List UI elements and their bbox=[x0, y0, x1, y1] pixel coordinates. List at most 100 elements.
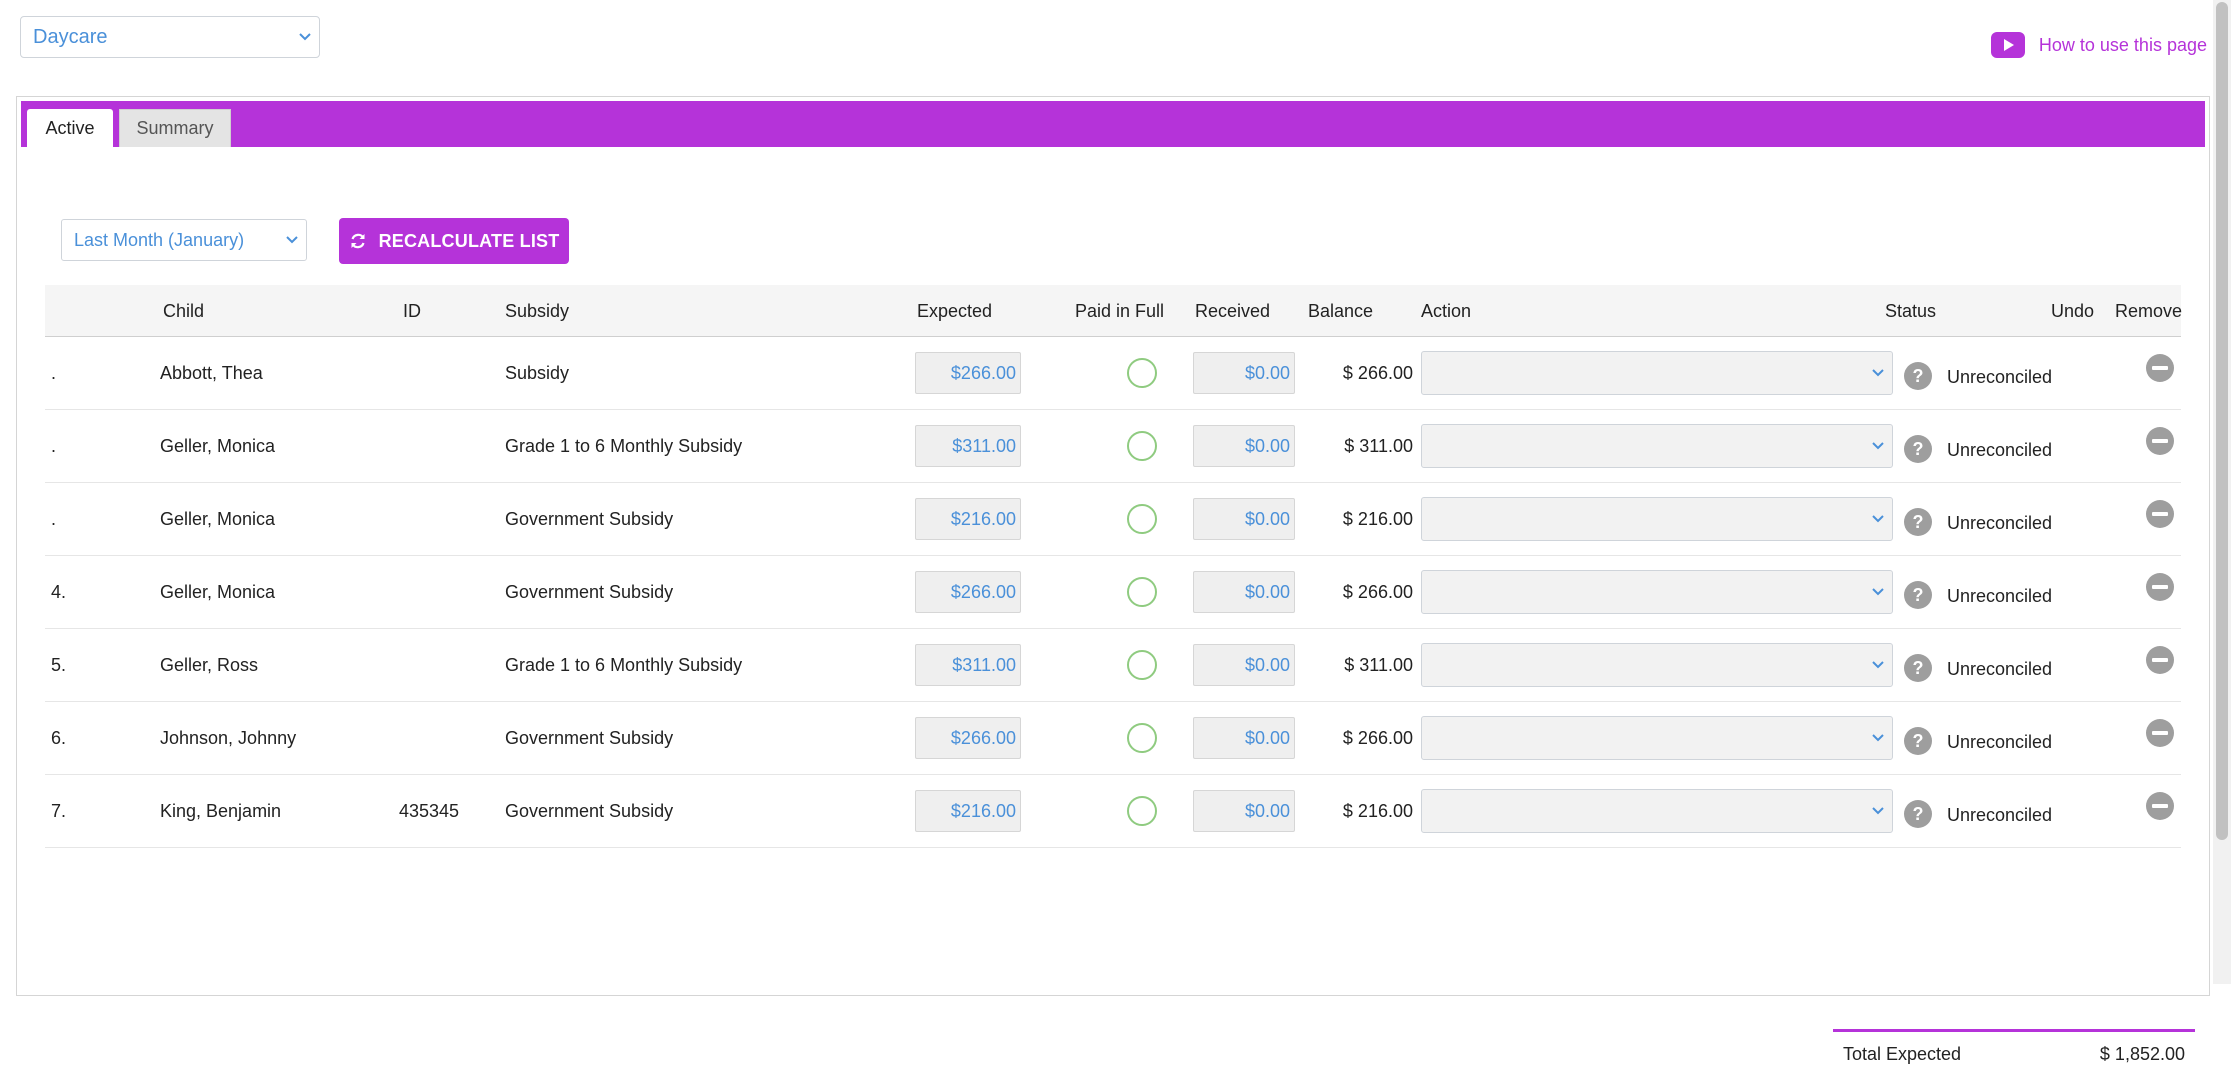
question-icon: ? bbox=[1904, 800, 1932, 828]
remove-icon[interactable] bbox=[2145, 499, 2175, 529]
scrollbar-thumb[interactable] bbox=[2216, 2, 2228, 840]
col-expected: Expected bbox=[917, 301, 993, 321]
paid-in-full-radio[interactable] bbox=[1127, 577, 1157, 607]
expected-input[interactable]: $311.00 bbox=[915, 425, 1021, 467]
remove-icon[interactable] bbox=[2145, 426, 2175, 456]
row-number: 5. bbox=[51, 655, 67, 675]
period-select[interactable]: Last Month (January) bbox=[61, 219, 307, 261]
received-value: $0.00 bbox=[1244, 727, 1290, 748]
expected-value: $311.00 bbox=[952, 435, 1016, 456]
child-name: Geller, Ross bbox=[160, 655, 259, 675]
child-name: King, Benjamin bbox=[160, 801, 282, 821]
status-text: Unreconciled bbox=[1947, 367, 2053, 387]
expected-value: $311.00 bbox=[952, 654, 1016, 675]
table-row: . Geller, Monica Grade 1 to 6 Monthly Su… bbox=[45, 410, 2181, 483]
expected-value: $266.00 bbox=[950, 581, 1016, 602]
program-select-value: Daycare bbox=[33, 25, 108, 48]
svg-text:?: ? bbox=[1913, 512, 1924, 532]
table-row: 5. Geller, Ross Grade 1 to 6 Monthly Sub… bbox=[45, 629, 2181, 702]
table-header: Child ID Subsidy Expected Paid in Full R… bbox=[45, 285, 2182, 337]
col-undo: Undo bbox=[2051, 301, 2095, 321]
expected-value: $266.00 bbox=[950, 362, 1016, 383]
how-to-use-link[interactable]: How to use this page bbox=[1990, 32, 2207, 58]
paid-in-full-radio[interactable] bbox=[1127, 796, 1157, 826]
recalculate-list-button[interactable]: RECALCULATE LIST bbox=[339, 218, 569, 264]
received-input[interactable]: $0.00 bbox=[1193, 717, 1295, 759]
balance-value: $ 266.00 bbox=[1342, 363, 1413, 383]
chevron-down-icon bbox=[1864, 717, 1892, 759]
svg-text:?: ? bbox=[1913, 439, 1924, 459]
remove-icon[interactable] bbox=[2145, 718, 2175, 748]
received-input[interactable]: $0.00 bbox=[1193, 644, 1295, 686]
received-value: $0.00 bbox=[1244, 800, 1290, 821]
action-select[interactable] bbox=[1421, 643, 1893, 687]
expected-value: $216.00 bbox=[950, 508, 1016, 529]
col-subsidy: Subsidy bbox=[505, 301, 570, 321]
tab-active[interactable]: Active bbox=[27, 109, 113, 147]
expected-input[interactable]: $266.00 bbox=[915, 717, 1021, 759]
col-balance: Balance bbox=[1308, 301, 1374, 321]
status-text: Unreconciled bbox=[1947, 805, 2053, 825]
svg-text:?: ? bbox=[1913, 658, 1924, 678]
question-icon: ? bbox=[1904, 727, 1932, 755]
svg-text:?: ? bbox=[1913, 731, 1924, 751]
action-select[interactable] bbox=[1421, 570, 1893, 614]
paid-in-full-radio[interactable] bbox=[1127, 358, 1157, 388]
received-value: $0.00 bbox=[1244, 508, 1290, 529]
received-input[interactable]: $0.00 bbox=[1193, 352, 1295, 394]
vertical-scrollbar[interactable] bbox=[2213, 0, 2231, 984]
question-icon: ? bbox=[1904, 654, 1932, 682]
action-select[interactable] bbox=[1421, 497, 1893, 541]
row-number: 4. bbox=[51, 582, 67, 602]
child-name: Johnson, Johnny bbox=[160, 728, 297, 748]
chevron-down-icon bbox=[1864, 571, 1892, 613]
received-value: $0.00 bbox=[1244, 362, 1290, 383]
subsidy-name: Government Subsidy bbox=[505, 801, 674, 821]
subsidy-name: Government Subsidy bbox=[505, 509, 674, 529]
paid-in-full-radio[interactable] bbox=[1127, 504, 1157, 534]
program-select[interactable]: Daycare bbox=[20, 16, 320, 58]
remove-icon[interactable] bbox=[2145, 572, 2175, 602]
youtube-play-icon bbox=[1990, 32, 2025, 58]
paid-in-full-radio[interactable] bbox=[1127, 723, 1157, 753]
action-select[interactable] bbox=[1421, 789, 1893, 833]
child-name: Geller, Monica bbox=[160, 509, 276, 529]
received-value: $0.00 bbox=[1244, 581, 1290, 602]
col-action: Action bbox=[1421, 301, 1472, 321]
remove-icon[interactable] bbox=[2145, 353, 2175, 383]
received-input[interactable]: $0.00 bbox=[1193, 571, 1295, 613]
child-name: Abbott, Thea bbox=[160, 363, 263, 383]
expected-input[interactable]: $266.00 bbox=[915, 352, 1021, 394]
received-value: $0.00 bbox=[1244, 654, 1290, 675]
recalculate-list-label: RECALCULATE LIST bbox=[378, 230, 560, 251]
tab-summary[interactable]: Summary bbox=[119, 109, 231, 147]
expected-input[interactable]: $216.00 bbox=[915, 790, 1021, 832]
expected-input[interactable]: $311.00 bbox=[915, 644, 1021, 686]
expected-input[interactable]: $216.00 bbox=[915, 498, 1021, 540]
remove-icon[interactable] bbox=[2145, 645, 2175, 675]
question-icon: ? bbox=[1904, 362, 1932, 390]
received-input[interactable]: $0.00 bbox=[1193, 790, 1295, 832]
balance-value: $ 216.00 bbox=[1342, 509, 1413, 529]
subsidy-name: Government Subsidy bbox=[505, 728, 674, 748]
svg-text:?: ? bbox=[1913, 366, 1924, 386]
chevron-down-icon bbox=[1864, 498, 1892, 540]
received-value: $0.00 bbox=[1244, 435, 1290, 456]
table-row: . Geller, Monica Government Subsidy $216… bbox=[45, 483, 2181, 556]
received-input[interactable]: $0.00 bbox=[1193, 425, 1295, 467]
action-select[interactable] bbox=[1421, 424, 1893, 468]
chevron-down-icon bbox=[278, 220, 306, 260]
action-select[interactable] bbox=[1421, 351, 1893, 395]
received-input[interactable]: $0.00 bbox=[1193, 498, 1295, 540]
balance-value: $ 311.00 bbox=[1344, 655, 1413, 675]
col-status: Status bbox=[1885, 301, 1937, 321]
remove-icon[interactable] bbox=[2145, 791, 2175, 821]
paid-in-full-radio[interactable] bbox=[1127, 431, 1157, 461]
action-select[interactable] bbox=[1421, 716, 1893, 760]
chevron-down-icon bbox=[1864, 352, 1892, 394]
expected-input[interactable]: $266.00 bbox=[915, 571, 1021, 613]
status-text: Unreconciled bbox=[1947, 440, 2053, 460]
svg-text:?: ? bbox=[1913, 585, 1924, 605]
col-received: Received bbox=[1195, 301, 1271, 321]
paid-in-full-radio[interactable] bbox=[1127, 650, 1157, 680]
